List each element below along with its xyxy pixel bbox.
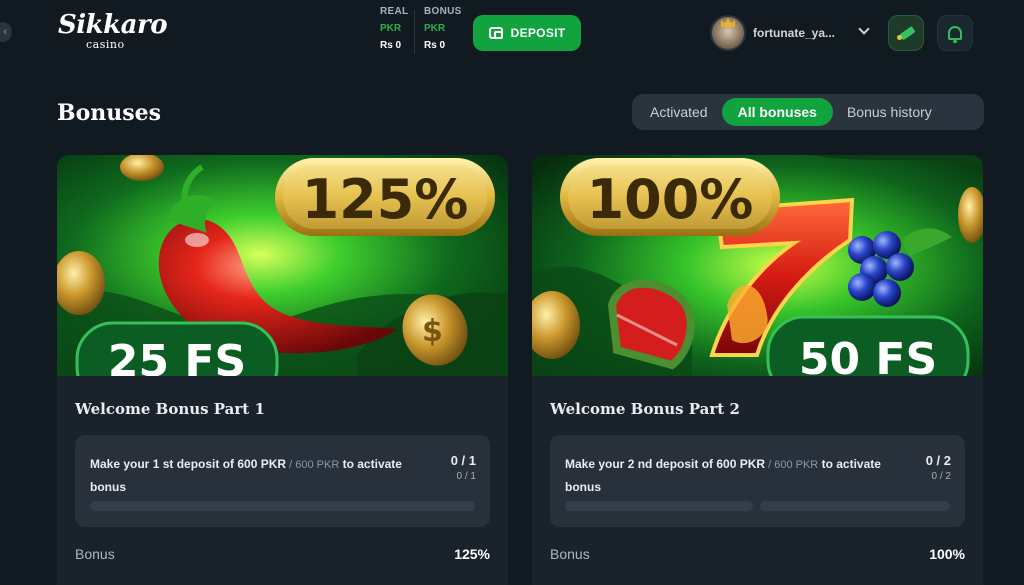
watermelon-icon: [607, 279, 695, 370]
username[interactable]: fortunate_ya...: [753, 26, 835, 40]
boost-button[interactable]: [888, 15, 924, 51]
wallet-icon: [488, 27, 503, 39]
bonus-tabs: Activated All bonuses Bonus history: [632, 94, 984, 130]
bonus-banner: 100% 50 FS: [532, 155, 983, 376]
deposit-requirement: Make your 1 st deposit of 600 PKR / 600 …: [75, 435, 490, 527]
progress-bar: [760, 501, 950, 511]
bonus-balance-currency: PKR: [424, 23, 446, 34]
site-logo[interactable]: Sikkaro casino: [58, 10, 168, 51]
balance-divider: [414, 10, 415, 54]
real-balance-title: REAL: [380, 6, 409, 17]
bonus-label: Bonus: [75, 546, 115, 562]
bonus-value: 100%: [929, 546, 965, 562]
tab-activated[interactable]: Activated: [636, 98, 722, 126]
page-title: Bonuses: [57, 100, 162, 126]
deposit-button[interactable]: DEPOSIT: [473, 15, 581, 51]
requirement-amount: / 600 PKR: [765, 459, 819, 471]
logo-sub-text: casino: [86, 38, 125, 51]
bonus-card[interactable]: 100% 50 FS Welcome Bonus Part 2 Make you…: [532, 155, 983, 585]
real-balance-value: Rs 0: [380, 40, 402, 51]
requirement-main: Make your 1 st deposit of 600 PKR: [90, 457, 287, 471]
logo-main-text: Sikkaro: [58, 10, 168, 40]
tab-bonus-history[interactable]: Bonus history: [833, 98, 946, 126]
requirement-amount: / 600 PKR: [286, 459, 340, 471]
notifications-button[interactable]: [937, 15, 973, 51]
chevron-down-icon[interactable]: [858, 23, 870, 35]
banner-percent: 125%: [302, 168, 469, 231]
requirement-text: Make your 1 st deposit of 600 PKR / 600 …: [90, 453, 440, 498]
bonus-banner: $ 125% 25 FS: [57, 155, 508, 376]
chevron-left-icon[interactable]: ‹: [0, 22, 12, 42]
bonus-card[interactable]: $ 125% 25 FS Welcome Bonus Part 1 Make y…: [57, 155, 508, 585]
deposit-requirement: Make your 2 nd deposit of 600 PKR / 600 …: [550, 435, 965, 527]
banner-free-spins: 25 FS: [108, 336, 246, 376]
tab-all-bonuses[interactable]: All bonuses: [721, 98, 833, 126]
bonus-value: 125%: [454, 546, 490, 562]
avatar-crown-icon: [721, 18, 735, 27]
real-balance: REAL PKR Rs 0: [380, 6, 424, 51]
requirement-count-sub: 0 / 2: [931, 471, 951, 482]
svg-text:$: $: [422, 314, 443, 349]
bonus-name: Welcome Bonus Part 2: [550, 400, 740, 418]
real-balance-currency: PKR: [380, 23, 402, 34]
requirement-count: 0 / 1 0 / 1: [451, 453, 476, 482]
bonus-balance-value: Rs 0: [424, 40, 446, 51]
banner-percent: 100%: [587, 168, 754, 231]
bell-icon: [948, 26, 962, 43]
requirement-main: Make your 2 nd deposit of 600 PKR: [565, 457, 766, 471]
rocket-icon: [897, 24, 916, 42]
avatar[interactable]: [710, 15, 746, 51]
progress-bar: [565, 501, 753, 511]
bonus-balance-title: BONUS: [424, 6, 462, 17]
progress-bar: [90, 501, 475, 511]
requirement-count-main: 0 / 1: [450, 453, 476, 468]
banner-free-spins: 50 FS: [799, 334, 937, 376]
requirement-text: Make your 2 nd deposit of 600 PKR / 600 …: [565, 453, 885, 498]
bonus-balance: BONUS PKR Rs 0: [424, 6, 468, 51]
bonus-name: Welcome Bonus Part 1: [75, 400, 265, 418]
requirement-count: 0 / 2 0 / 2: [926, 453, 951, 482]
bonus-label: Bonus: [550, 546, 590, 562]
top-header: ‹ Sikkaro casino REAL PKR Rs 0 BONUS PKR…: [0, 0, 1024, 66]
requirement-count-sub: 0 / 1: [456, 471, 476, 482]
deposit-label: DEPOSIT: [510, 26, 566, 40]
requirement-count-main: 0 / 2: [925, 453, 951, 468]
